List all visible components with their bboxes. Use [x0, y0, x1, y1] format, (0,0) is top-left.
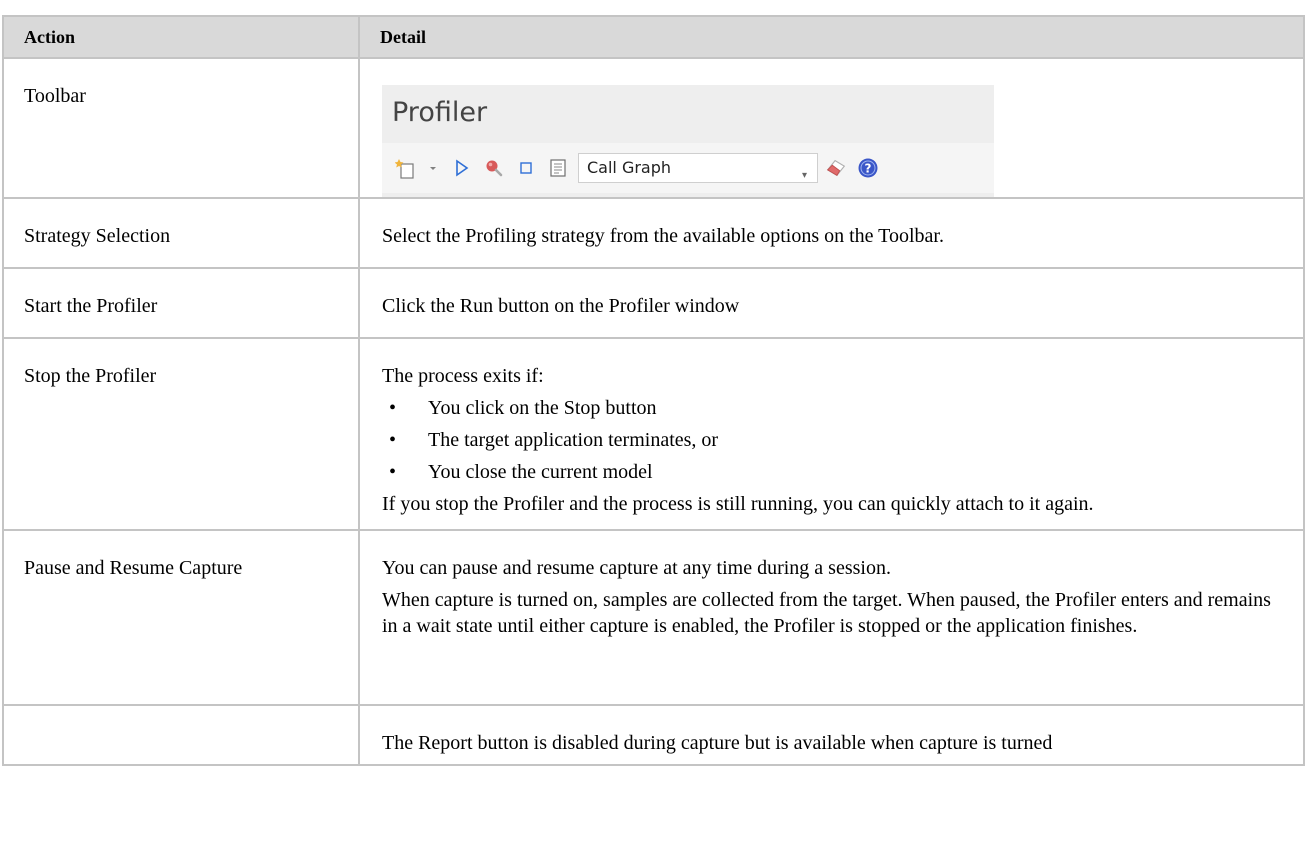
- detail-cell: The Report button is disabled during cap…: [358, 704, 1305, 766]
- table-row-pause-resume: Pause and Resume Capture You can pause a…: [2, 529, 1305, 706]
- action-cell: Start the Profiler: [2, 267, 360, 339]
- detail-cell: Profiler Call Graph ▾ ?: [358, 57, 1305, 199]
- table-row-toolbar: Toolbar Profiler Call Graph ▾ ?: [2, 57, 1305, 199]
- dropdown-arrow-icon[interactable]: [426, 156, 440, 180]
- detail-cell: The process exits if: • You click on the …: [358, 337, 1305, 531]
- list-item-text: You click on the Stop button: [428, 397, 657, 419]
- actions-table: Action Detail Toolbar Profiler Call Grap…: [2, 15, 1305, 766]
- table-row-start-profiler: Start the Profiler Click the Run button …: [2, 267, 1305, 339]
- strategy-select[interactable]: Call Graph ▾: [578, 153, 818, 183]
- table-row-report: The Report button is disabled during cap…: [2, 704, 1305, 766]
- table-row-stop-profiler: Stop the Profiler The process exits if: …: [2, 337, 1305, 531]
- detail-cell: Click the Run button on the Profiler win…: [358, 267, 1305, 339]
- new-document-icon[interactable]: [394, 156, 418, 180]
- svg-text:?: ?: [865, 162, 872, 176]
- list-item: • You close the current model: [382, 459, 1281, 485]
- profiler-toolbar-screenshot: Profiler Call Graph ▾ ?: [382, 85, 994, 197]
- action-cell: Pause and Resume Capture: [2, 529, 360, 706]
- profiler-toolbar: Call Graph ▾ ?: [382, 143, 994, 193]
- detail-paragraph: When capture is turned on, samples are c…: [382, 589, 1271, 637]
- list-item: • The target application terminates, or: [382, 427, 1281, 453]
- list-item-text: The target application terminates, or: [428, 429, 719, 451]
- bullet-glyph: •: [389, 397, 397, 419]
- eraser-icon[interactable]: [824, 156, 848, 180]
- bullet-glyph: •: [389, 429, 397, 451]
- detail-cell: You can pause and resume capture at any …: [358, 529, 1305, 706]
- detail-cell: Select the Profiling strategy from the a…: [358, 197, 1305, 269]
- report-icon[interactable]: [546, 156, 570, 180]
- header-detail: Detail: [358, 15, 1305, 59]
- strategy-select-value: Call Graph: [587, 158, 672, 177]
- search-icon[interactable]: [482, 156, 506, 180]
- header-action: Action: [2, 15, 360, 59]
- action-cell: [2, 704, 360, 766]
- bullet-list: • You click on the Stop button • The targe…: [382, 395, 1281, 485]
- action-cell: Toolbar: [2, 57, 360, 199]
- profiler-window-title: Profiler: [392, 97, 488, 128]
- table-header-row: Action Detail: [2, 15, 1305, 59]
- list-item: • You click on the Stop button: [382, 395, 1281, 421]
- action-cell: Stop the Profiler: [2, 337, 360, 531]
- table-row-strategy-selection: Strategy Selection Select the Profiling …: [2, 197, 1305, 269]
- action-cell: Strategy Selection: [2, 197, 360, 269]
- detail-paragraph: You can pause and resume capture at any …: [382, 557, 891, 579]
- combo-caret-icon[interactable]: ▾: [802, 163, 807, 189]
- detail-outro: If you stop the Profiler and the process…: [382, 493, 1094, 515]
- stop-icon[interactable]: [514, 156, 538, 180]
- bullet-glyph: •: [389, 461, 397, 483]
- detail-intro: The process exits if:: [382, 365, 544, 387]
- help-icon[interactable]: ?: [856, 156, 880, 180]
- list-item-text: You close the current model: [428, 461, 653, 483]
- run-icon[interactable]: [450, 156, 474, 180]
